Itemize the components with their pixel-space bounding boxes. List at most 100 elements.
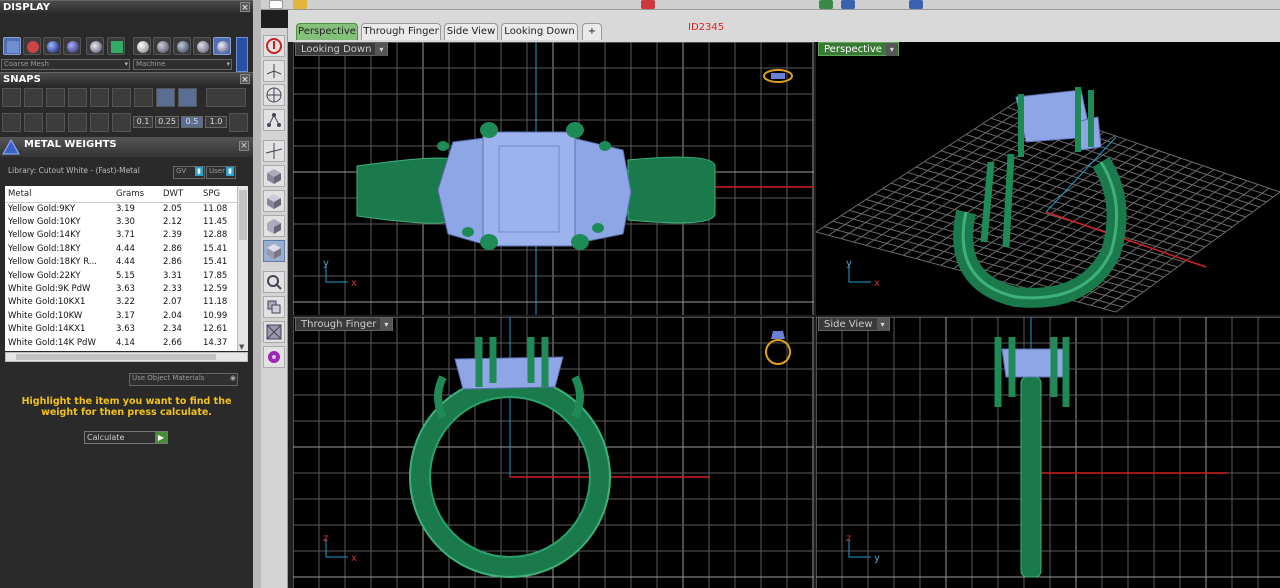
render-mode-button[interactable]: [63, 37, 81, 55]
help-icon[interactable]: [909, 0, 923, 9]
snap-mid-button[interactable]: [90, 88, 109, 107]
play-icon[interactable]: ▶: [155, 432, 167, 443]
snap-point-button[interactable]: [46, 88, 65, 107]
gv-select[interactable]: GV ▮: [173, 166, 205, 179]
snap-grid-setting-button[interactable]: [229, 113, 248, 132]
material-sphere-1-button[interactable]: [133, 37, 151, 55]
material-sphere-2-button[interactable]: [153, 37, 171, 55]
table-row[interactable]: White Gold:10KW 3.17 2.04 10.99: [5, 309, 237, 322]
magnet-button[interactable]: [263, 271, 285, 293]
axes-3d-button[interactable]: [263, 140, 285, 162]
cube-front-button[interactable]: [263, 190, 285, 212]
box-snap-button[interactable]: [24, 113, 43, 132]
layers-button[interactable]: [107, 37, 125, 55]
metal-weights-header[interactable]: METAL WEIGHTS ×: [0, 137, 253, 157]
column-header-grams[interactable]: Grams: [113, 186, 160, 203]
table-row[interactable]: White Gold:9K PdW 3.63 2.33 12.59: [5, 282, 237, 295]
table-row[interactable]: Yellow Gold:9KY 3.19 2.05 11.08: [5, 202, 237, 215]
panel-splitter[interactable]: [253, 0, 261, 588]
snap-end-button[interactable]: [68, 88, 87, 107]
table-row[interactable]: Yellow Gold:18KY R... 4.44 2.86 15.41: [5, 256, 237, 269]
calculate-select[interactable]: Calculate ▶: [84, 431, 168, 444]
viewport-label-through-finger[interactable]: Through Finger ▾: [295, 317, 394, 331]
cube-perspective-button[interactable]: [263, 240, 285, 262]
table-row[interactable]: Yellow Gold:14KY 3.71 2.39 12.88: [5, 229, 237, 242]
user-select[interactable]: User ▮: [206, 166, 236, 179]
grid-toggle-button[interactable]: [2, 113, 21, 132]
new-file-icon[interactable]: [269, 0, 283, 9]
chevron-down-icon[interactable]: ▾: [885, 43, 898, 56]
close-icon[interactable]: ×: [240, 74, 250, 85]
snap-curve-button[interactable]: [24, 88, 43, 107]
column-header-spg[interactable]: SPG: [200, 186, 237, 203]
column-header-dwt[interactable]: DWT: [160, 186, 200, 203]
mesh-quality-select[interactable]: Coarse Mesh ▾: [1, 59, 130, 70]
nodes-button[interactable]: [263, 109, 285, 131]
snap-quad-button[interactable]: [134, 88, 153, 107]
axis-tool-button[interactable]: [263, 60, 285, 82]
blue-sphere-icon[interactable]: [841, 0, 855, 9]
stop-button[interactable]: [263, 35, 285, 57]
table-row[interactable]: White Gold:10KX1 3.22 2.07 11.18: [5, 296, 237, 309]
record-icon[interactable]: [641, 0, 655, 9]
viewport-perspective[interactable]: y x Perspective ▾: [816, 42, 1280, 315]
snaps-panel-header[interactable]: SNAPS ×: [0, 72, 253, 85]
table-row[interactable]: Yellow Gold:18KY 4.44 2.86 15.41: [5, 242, 237, 255]
open-folder-icon[interactable]: [293, 0, 307, 9]
viewport-through-finger[interactable]: z x Through Finger ▾: [293, 317, 814, 588]
viewport-label-looking-down[interactable]: Looking Down ▾: [295, 42, 389, 56]
wireframe-mode-button[interactable]: [3, 37, 21, 55]
shaded-mode-button[interactable]: [43, 37, 61, 55]
table-row[interactable]: Yellow Gold:10KY 3.30 2.12 11.45: [5, 215, 237, 228]
vertex-mode-button[interactable]: [23, 37, 41, 55]
chevron-down-icon[interactable]: ▾: [380, 318, 393, 331]
viewport-label-perspective[interactable]: Perspective ▾: [818, 42, 899, 56]
axis-snap-button[interactable]: [112, 113, 131, 132]
table-row[interactable]: White Gold:14KX1 3.63 2.34 12.61: [5, 323, 237, 336]
cube-top-button[interactable]: [263, 165, 285, 187]
material-sphere-3-button[interactable]: [173, 37, 191, 55]
ortho-snap-button[interactable]: [90, 113, 109, 132]
table-vertical-scrollbar[interactable]: ▼: [237, 186, 248, 351]
material-sphere-4-button[interactable]: [193, 37, 211, 55]
tab-side-view[interactable]: Side View: [444, 23, 498, 40]
line-snap-button[interactable]: [46, 113, 65, 132]
snap-increment-0.1[interactable]: 0.1: [133, 116, 153, 128]
snap-settings-button[interactable]: [206, 88, 246, 107]
green-sphere-icon[interactable]: [819, 0, 833, 9]
column-header-metal[interactable]: Metal: [5, 186, 113, 203]
scroll-thumb[interactable]: [239, 190, 247, 240]
display-scroll-handle[interactable]: [236, 37, 248, 72]
cube-side-button[interactable]: [263, 215, 285, 237]
environment-button[interactable]: [86, 37, 104, 55]
scroll-down-icon[interactable]: ▼: [239, 343, 244, 351]
close-icon[interactable]: ×: [240, 2, 250, 13]
chevron-down-icon[interactable]: ▾: [375, 43, 388, 56]
stack-button[interactable]: [263, 296, 285, 318]
tab-through-finger[interactable]: Through Finger: [361, 23, 441, 40]
snap-increment-0.5[interactable]: 0.5: [181, 116, 203, 128]
chevron-down-icon[interactable]: ▾: [876, 318, 889, 331]
display-panel-header[interactable]: DISPLAY ×: [0, 0, 253, 13]
material-select[interactable]: Machine ▾: [133, 59, 232, 70]
viewport-side-view[interactable]: z y Side View ▾: [816, 317, 1280, 588]
snap-increment-0.25[interactable]: 0.25: [155, 116, 179, 128]
table-row[interactable]: White Gold:14K PdW 4.14 2.66 14.37: [5, 336, 237, 349]
snap-increment-1.0[interactable]: 1.0: [205, 116, 227, 128]
cut-snap-button[interactable]: [68, 113, 87, 132]
snap-near-button[interactable]: [156, 88, 175, 107]
viewport-looking-down[interactable]: y x Looking Down ▾: [293, 42, 814, 315]
add-tab-button[interactable]: +: [582, 23, 602, 40]
scroll-thumb[interactable]: [16, 354, 216, 360]
table-row[interactable]: Yellow Gold:22KY 5.15 3.31 17.85: [5, 269, 237, 282]
globe-button[interactable]: [263, 84, 285, 106]
object-materials-select[interactable]: Use Object Materials ◉: [129, 373, 238, 386]
snap-grid-button[interactable]: [2, 88, 21, 107]
snap-perp-button[interactable]: [178, 88, 197, 107]
plugin-button[interactable]: [263, 346, 285, 368]
tab-looking-down[interactable]: Looking Down: [501, 23, 578, 40]
tab-perspective[interactable]: Perspective: [296, 23, 358, 40]
viewport-label-side-view[interactable]: Side View ▾: [818, 317, 890, 331]
table-horizontal-scrollbar[interactable]: [5, 352, 248, 362]
material-sphere-5-button[interactable]: [213, 37, 231, 55]
